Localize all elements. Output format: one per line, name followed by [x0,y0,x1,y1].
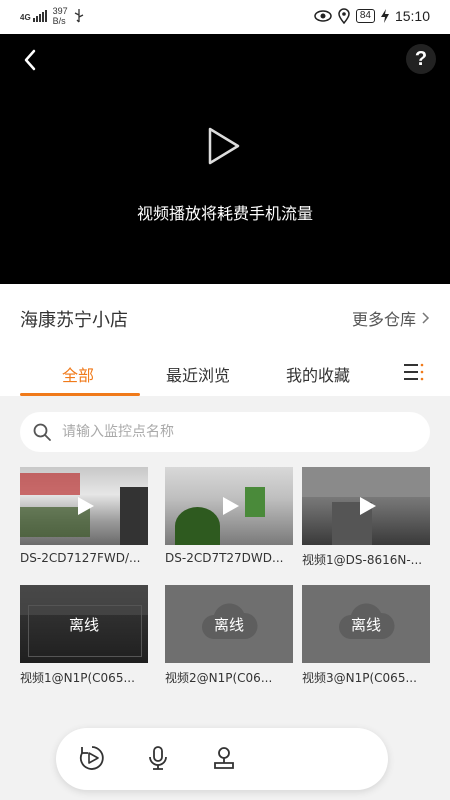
help-icon: ? [414,47,428,70]
search-box[interactable] [20,412,430,452]
user-button[interactable] [210,744,238,772]
search-icon [33,423,51,441]
microphone-icon [149,746,167,770]
eye-icon [314,10,332,22]
camera-tile-5[interactable]: 离线 视频2@N1P(C06... [165,585,293,686]
status-bar: 4G 397 B/s 84 15:10 [0,0,450,34]
camera-label: 视频1@DS-8616N-... [302,553,423,567]
battery-level: 84 [355,9,375,23]
data-speed: 397 B/s [53,6,68,26]
tab-favorites[interactable]: 我的收藏 [286,362,350,386]
network-indicator: 4G [20,10,47,22]
camera-tile-3[interactable]: 视频1@DS-8616N-... [302,467,430,568]
store-name: 海康苏宁小店 [20,310,128,331]
status-right: 84 15:10 [314,8,430,24]
play-icon [360,497,376,515]
camera-tile-1[interactable]: DS-2CD7127FWD/... [20,467,148,565]
usb-icon [74,9,83,23]
camera-label: 视频3@N1P(C065... [302,671,417,685]
camera-thumbnail [302,467,430,545]
signal-icon [32,10,47,22]
camera-label: DS-2CD7127FWD/... [20,551,141,565]
speed-value: 397 [52,6,68,16]
video-player[interactable]: ? 视频播放将耗费手机流量 [0,34,450,284]
bottom-action-bar [56,728,388,790]
play-button[interactable] [204,126,244,166]
tab-all[interactable]: 全部 [62,362,94,386]
network-type: 4G [20,13,31,22]
chevron-right-icon [422,312,430,324]
active-tab-indicator [20,393,140,396]
search-input[interactable] [60,423,404,441]
offline-label: 离线 [213,615,244,634]
camera-thumbnail [165,467,293,545]
back-icon [24,49,36,71]
back-button[interactable] [16,46,44,74]
tab-bar: 全部 最近浏览 我的收藏 [0,348,450,396]
camera-thumbnail: 离线 [302,585,430,663]
tab-menu-button[interactable] [402,360,426,384]
list-menu-icon [404,363,424,381]
playback-button[interactable] [78,744,106,772]
camera-tile-6[interactable]: 离线 视频3@N1P(C065... [302,585,430,686]
more-storage-label: 更多仓库 [351,310,416,329]
camera-label: 视频1@N1P(C065... [20,671,135,685]
user-icon [214,747,234,769]
camera-tile-2[interactable]: DS-2CD7T27DWD... [165,467,293,565]
clock: 15:10 [394,8,430,24]
help-button[interactable]: ? [406,44,436,74]
location-icon [338,8,350,24]
charging-icon [380,9,389,23]
camera-thumbnail: 离线 [20,585,148,663]
more-storage-link[interactable]: 更多仓库 [352,306,430,330]
play-icon [78,497,94,515]
speed-unit: B/s [52,16,66,26]
store-header: 海康苏宁小店 更多仓库 [0,284,450,348]
playback-icon [79,746,104,770]
microphone-button[interactable] [144,744,172,772]
play-icon [208,127,240,165]
status-left: 4G 397 B/s [20,6,84,26]
tab-recent[interactable]: 最近浏览 [166,362,230,386]
camera-thumbnail [20,467,148,545]
camera-thumbnail: 离线 [165,585,293,663]
camera-label: 视频2@N1P(C06... [165,671,273,685]
camera-tile-4[interactable]: 离线 视频1@N1P(C065... [20,585,148,686]
offline-label: 离线 [68,615,99,634]
offline-label: 离线 [350,615,381,634]
camera-label: DS-2CD7T27DWD... [165,551,284,565]
data-usage-warning: 视频播放将耗费手机流量 [136,204,313,223]
play-icon [223,497,239,515]
